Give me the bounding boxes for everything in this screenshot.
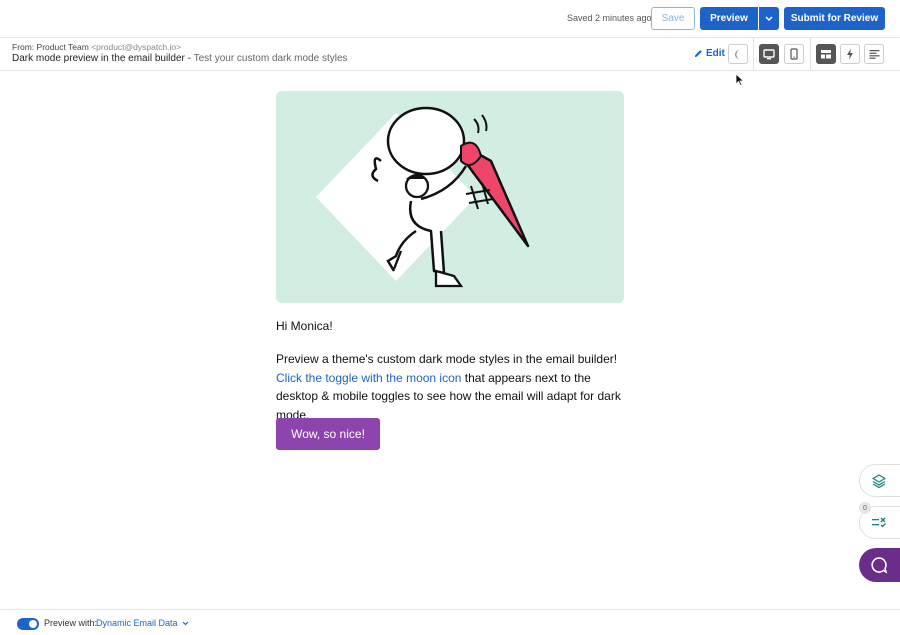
ice-cream-illustration: [316, 106, 530, 288]
moon-toggle-link[interactable]: Click the toggle with the moon icon: [276, 371, 461, 385]
mobile-view-toggle[interactable]: [784, 44, 804, 64]
lightning-icon: [847, 48, 853, 60]
paragraph-start: Preview a theme's custom dark mode style…: [276, 352, 618, 366]
chevron-down-icon: [765, 16, 773, 21]
layout-view-toggle[interactable]: [816, 44, 836, 64]
subject-text: Dark mode preview in the email builder: [12, 53, 185, 64]
edit-label: Edit: [706, 48, 725, 59]
align-left-icon: [869, 50, 879, 59]
preview-dropdown-button[interactable]: [759, 7, 779, 30]
preview-data-toggle[interactable]: [17, 618, 39, 630]
mobile-icon: [790, 48, 798, 60]
preview-data-bar: Preview with: Dynamic Email Data: [0, 609, 900, 635]
help-chat-button[interactable]: [859, 548, 900, 582]
data-source-select[interactable]: Dynamic Email Data: [96, 618, 189, 628]
toolbar-divider: [810, 38, 811, 70]
preview-with-label: Preview with:: [44, 618, 98, 628]
submit-for-review-button[interactable]: Submit for Review: [784, 7, 885, 30]
subject-separator: -: [184, 53, 194, 64]
edit-link[interactable]: Edit: [694, 48, 725, 59]
hero-illustration: [276, 91, 624, 303]
preview-button[interactable]: Preview: [700, 7, 758, 30]
moon-icon: [734, 49, 740, 59]
email-greeting: Hi Monica!: [276, 319, 333, 333]
from-address: <product@dyspatch.io>: [91, 42, 182, 52]
subject-line: Dark mode preview in the email builder -…: [12, 53, 348, 64]
mouse-cursor-icon: [735, 73, 744, 86]
dark-mode-toggle[interactable]: [728, 44, 748, 64]
from-label: From: Product Team: [12, 42, 89, 52]
preheader-text: Test your custom dark mode styles: [193, 53, 348, 64]
layout-icon: [821, 49, 831, 58]
chat-bubble-icon: [871, 557, 888, 574]
checklist-count-badge: 0: [859, 502, 871, 514]
data-source-label: Dynamic Email Data: [96, 618, 178, 628]
desktop-view-toggle[interactable]: [759, 44, 779, 64]
toolbar-divider: [753, 38, 754, 70]
amp-view-toggle[interactable]: [840, 44, 860, 64]
cta-button[interactable]: Wow, so nice!: [276, 418, 380, 450]
from-line: From: Product Team <product@dyspatch.io>: [12, 42, 181, 52]
email-paragraph: Preview a theme's custom dark mode style…: [276, 350, 636, 424]
desktop-icon: [763, 48, 775, 59]
email-header: From: Product Team <product@dyspatch.io>…: [0, 38, 900, 71]
layers-icon: [872, 473, 886, 488]
saved-status: Saved 2 minutes ago: [567, 13, 652, 23]
layers-panel-button[interactable]: [859, 464, 900, 497]
checklist-icon: [872, 517, 886, 527]
save-button[interactable]: Save: [651, 7, 695, 30]
top-toolbar: Saved 2 minutes ago Save Preview Submit …: [0, 0, 900, 38]
chevron-down-icon: [182, 621, 188, 625]
pencil-icon: [694, 50, 702, 58]
text-view-toggle[interactable]: [864, 44, 884, 64]
